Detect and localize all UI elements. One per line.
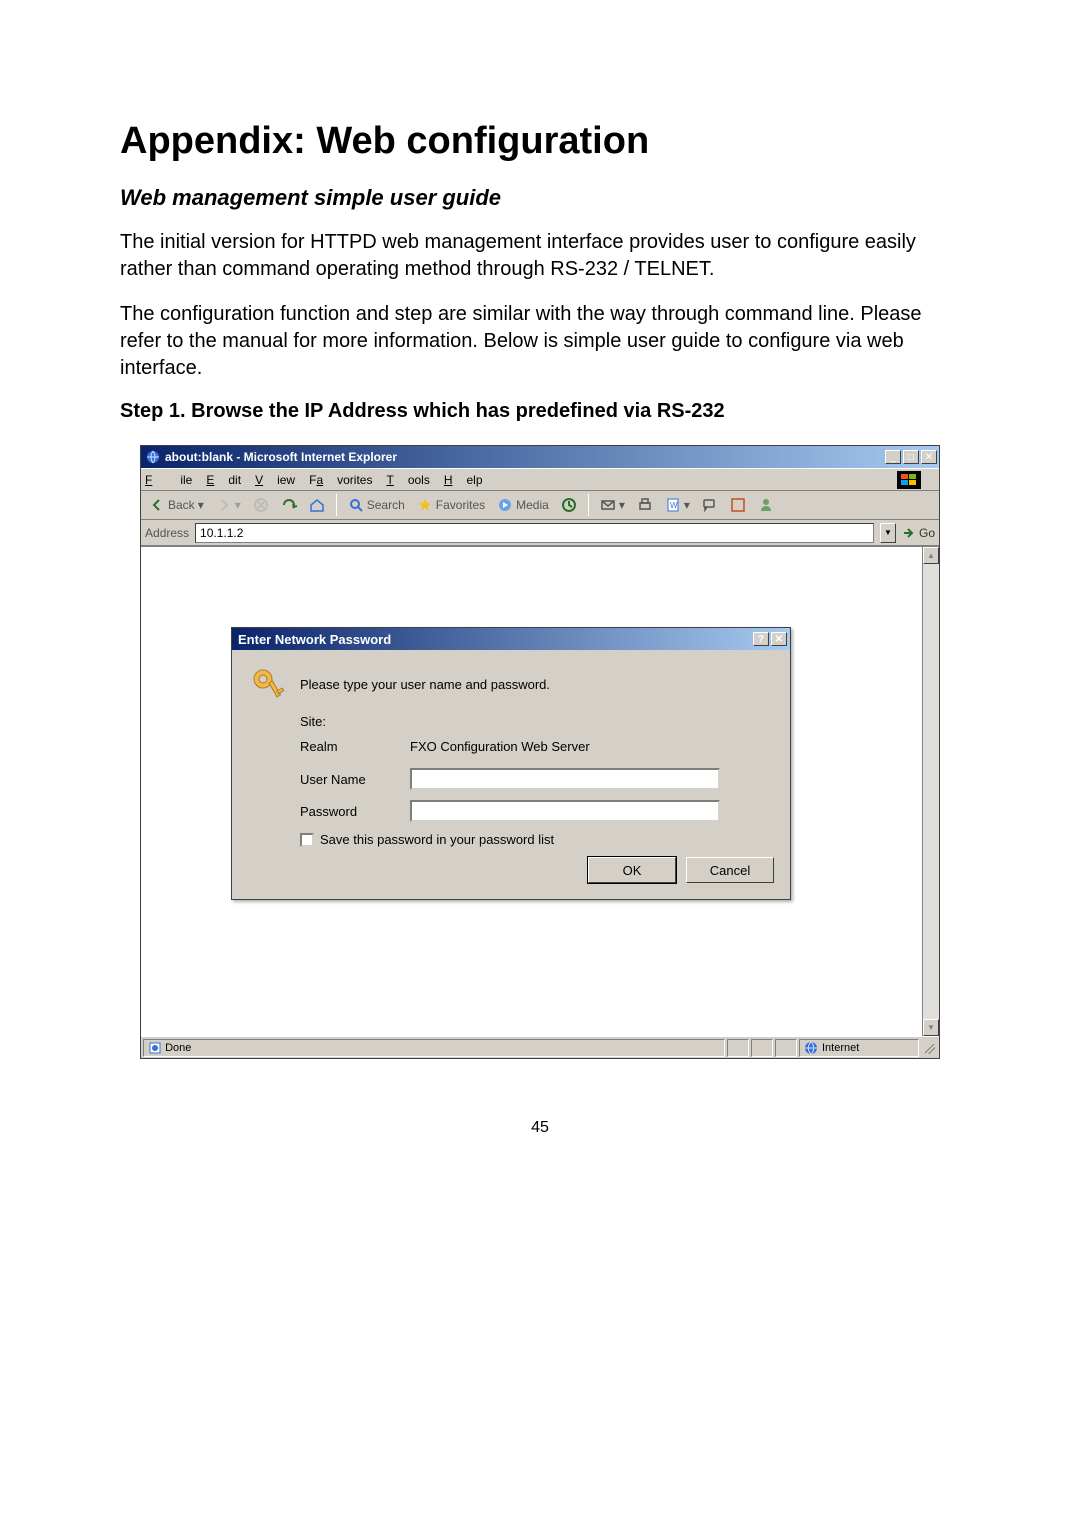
- site-label: Site:: [300, 714, 410, 729]
- password-input[interactable]: [410, 800, 720, 822]
- menu-favorites[interactable]: Favorites: [309, 473, 372, 487]
- step-1-heading: Step 1. Browse the IP Address which has …: [120, 400, 960, 423]
- menu-file[interactable]: File: [145, 473, 192, 487]
- scroll-down-icon[interactable]: ▼: [923, 1019, 939, 1036]
- messenger-button[interactable]: [754, 495, 778, 515]
- edit-button[interactable]: W ▾: [661, 495, 694, 515]
- intro-paragraph-1: The initial version for HTTPD web manage…: [120, 229, 960, 283]
- internet-zone-icon: [804, 1041, 818, 1055]
- go-button[interactable]: Go: [902, 526, 935, 540]
- address-label: Address: [145, 526, 189, 540]
- media-button[interactable]: Media: [493, 495, 553, 515]
- save-password-label: Save this password in your password list: [320, 832, 554, 847]
- realm-value: FXO Configuration Web Server: [410, 739, 590, 754]
- intro-paragraph-2: The configuration function and step are …: [120, 301, 960, 382]
- zone-pane: Internet: [799, 1039, 919, 1057]
- window-title: about:blank - Microsoft Internet Explore…: [165, 450, 883, 464]
- refresh-button[interactable]: [277, 495, 301, 515]
- minimize-button[interactable]: _: [885, 450, 901, 464]
- mail-button[interactable]: ▾: [596, 495, 629, 515]
- resize-grip-icon[interactable]: [921, 1040, 937, 1056]
- status-pane: Done: [143, 1039, 725, 1057]
- related-button[interactable]: [726, 495, 750, 515]
- windows-logo-icon: [897, 471, 921, 489]
- close-button[interactable]: ✕: [921, 450, 937, 464]
- home-button[interactable]: [305, 495, 329, 515]
- menu-tools[interactable]: Tools: [386, 473, 429, 487]
- dialog-title: Enter Network Password: [238, 632, 751, 647]
- done-icon: [148, 1041, 162, 1055]
- print-button[interactable]: [633, 495, 657, 515]
- forward-button[interactable]: ▾: [212, 495, 245, 515]
- dialog-close-button[interactable]: ✕: [771, 632, 787, 646]
- password-dialog: Enter Network Password ? ✕: [231, 627, 791, 900]
- username-input[interactable]: [410, 768, 720, 790]
- dialog-titlebar: Enter Network Password ? ✕: [232, 628, 790, 650]
- status-bar: Done Internet: [141, 1036, 939, 1058]
- page-subheader: Web management simple user guide: [120, 185, 960, 211]
- username-label: User Name: [300, 772, 410, 787]
- maximize-button[interactable]: □: [903, 450, 919, 464]
- vertical-scrollbar[interactable]: ▲ ▼: [922, 547, 939, 1036]
- page-number: 45: [120, 1119, 960, 1137]
- save-password-checkbox[interactable]: [300, 833, 314, 847]
- search-button[interactable]: Search: [344, 495, 409, 515]
- scroll-up-icon[interactable]: ▲: [923, 547, 939, 564]
- window-titlebar: about:blank - Microsoft Internet Explore…: [141, 446, 939, 468]
- status-sep2: [751, 1039, 773, 1057]
- back-button[interactable]: Back ▾: [145, 495, 208, 515]
- favorites-button[interactable]: Favorites: [413, 495, 489, 515]
- menubar: File Edit View Favorites Tools Help: [141, 468, 939, 490]
- cancel-button[interactable]: Cancel: [686, 857, 774, 883]
- stop-button[interactable]: [249, 495, 273, 515]
- menu-view[interactable]: View: [255, 473, 295, 487]
- status-sep3: [775, 1039, 797, 1057]
- discuss-button[interactable]: [698, 495, 722, 515]
- status-sep1: [727, 1039, 749, 1057]
- dialog-prompt: Please type your user name and password.: [300, 677, 550, 692]
- ok-button[interactable]: OK: [588, 857, 676, 883]
- address-bar: Address 10.1.1.2 ▼ Go: [141, 520, 939, 546]
- address-dropdown[interactable]: ▼: [880, 523, 896, 543]
- password-label: Password: [300, 804, 410, 819]
- realm-label: Realm: [300, 739, 410, 754]
- ie-icon: [145, 449, 161, 465]
- history-button[interactable]: [557, 495, 581, 515]
- toolbar: Back ▾ ▾ Search Favorites Media: [141, 490, 939, 520]
- key-icon: [248, 664, 288, 704]
- ie-window: about:blank - Microsoft Internet Explore…: [140, 445, 940, 1059]
- page-title: Appendix: Web configuration: [120, 120, 960, 163]
- address-input[interactable]: 10.1.1.2: [195, 523, 874, 543]
- content-area: Enter Network Password ? ✕: [141, 546, 939, 1036]
- menu-help[interactable]: Help: [444, 473, 483, 487]
- menu-edit[interactable]: Edit: [206, 473, 241, 487]
- dialog-help-button[interactable]: ?: [753, 632, 769, 646]
- svg-text:W: W: [670, 501, 678, 510]
